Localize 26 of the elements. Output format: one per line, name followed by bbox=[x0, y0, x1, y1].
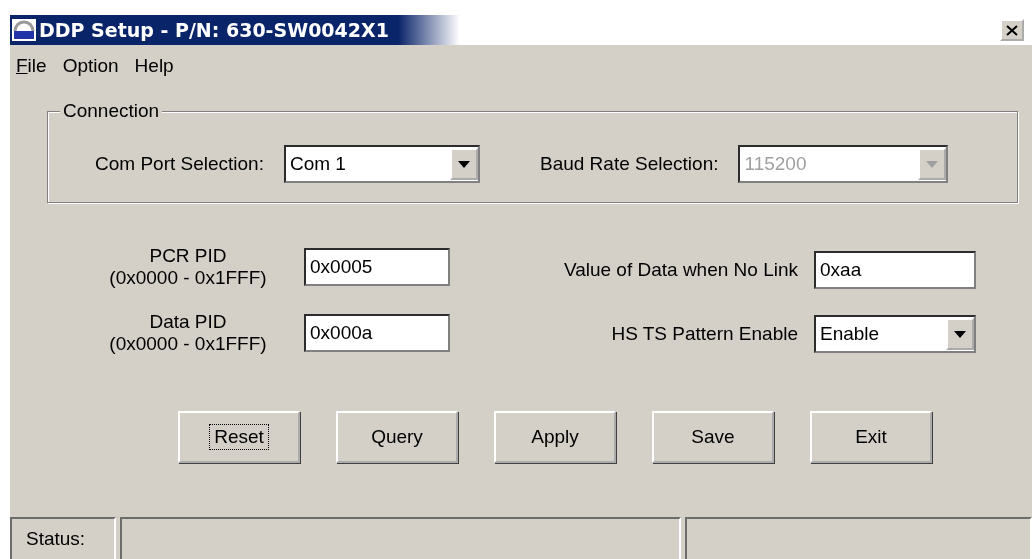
input-field[interactable]: 0xaa bbox=[814, 251, 976, 289]
push-button[interactable]: Save bbox=[652, 411, 774, 463]
field-label: PCR PID bbox=[149, 245, 227, 267]
push-button[interactable]: Query bbox=[336, 411, 458, 463]
field-label: Baud Rate Selection: bbox=[539, 153, 719, 175]
input-field[interactable]: 0x0005 bbox=[304, 248, 450, 286]
push-button[interactable]: Apply bbox=[494, 411, 616, 463]
app-logo-icon bbox=[12, 19, 36, 41]
close-icon bbox=[1006, 24, 1018, 36]
dropdown[interactable]: Com 1 bbox=[283, 145, 480, 183]
menu-item[interactable]: Help bbox=[134, 55, 174, 85]
dropdown[interactable]: Enable bbox=[814, 315, 976, 353]
range-hint: (0x0000 - 0x1FFF) bbox=[109, 267, 267, 289]
close-button[interactable] bbox=[1000, 19, 1024, 41]
field-label: Data PID bbox=[149, 311, 227, 333]
status-label: Status: bbox=[10, 517, 116, 559]
range-hint: (0x0000 - 0x1FFF) bbox=[109, 333, 267, 355]
menu-item[interactable]: File bbox=[16, 55, 47, 85]
push-button[interactable]: Exit bbox=[810, 411, 932, 463]
field-label: HS TS Pattern Enable bbox=[610, 323, 798, 345]
field-label: Com Port Selection: bbox=[95, 153, 264, 175]
input-field[interactable]: 0x000a bbox=[304, 314, 450, 352]
menu-item[interactable]: Option bbox=[62, 55, 119, 85]
push-button[interactable]: Reset bbox=[178, 411, 300, 463]
field-label: Value of Data when No Link bbox=[562, 259, 798, 281]
window-title: DDP Setup - P/N: 630-SW0042X1 bbox=[39, 19, 389, 41]
